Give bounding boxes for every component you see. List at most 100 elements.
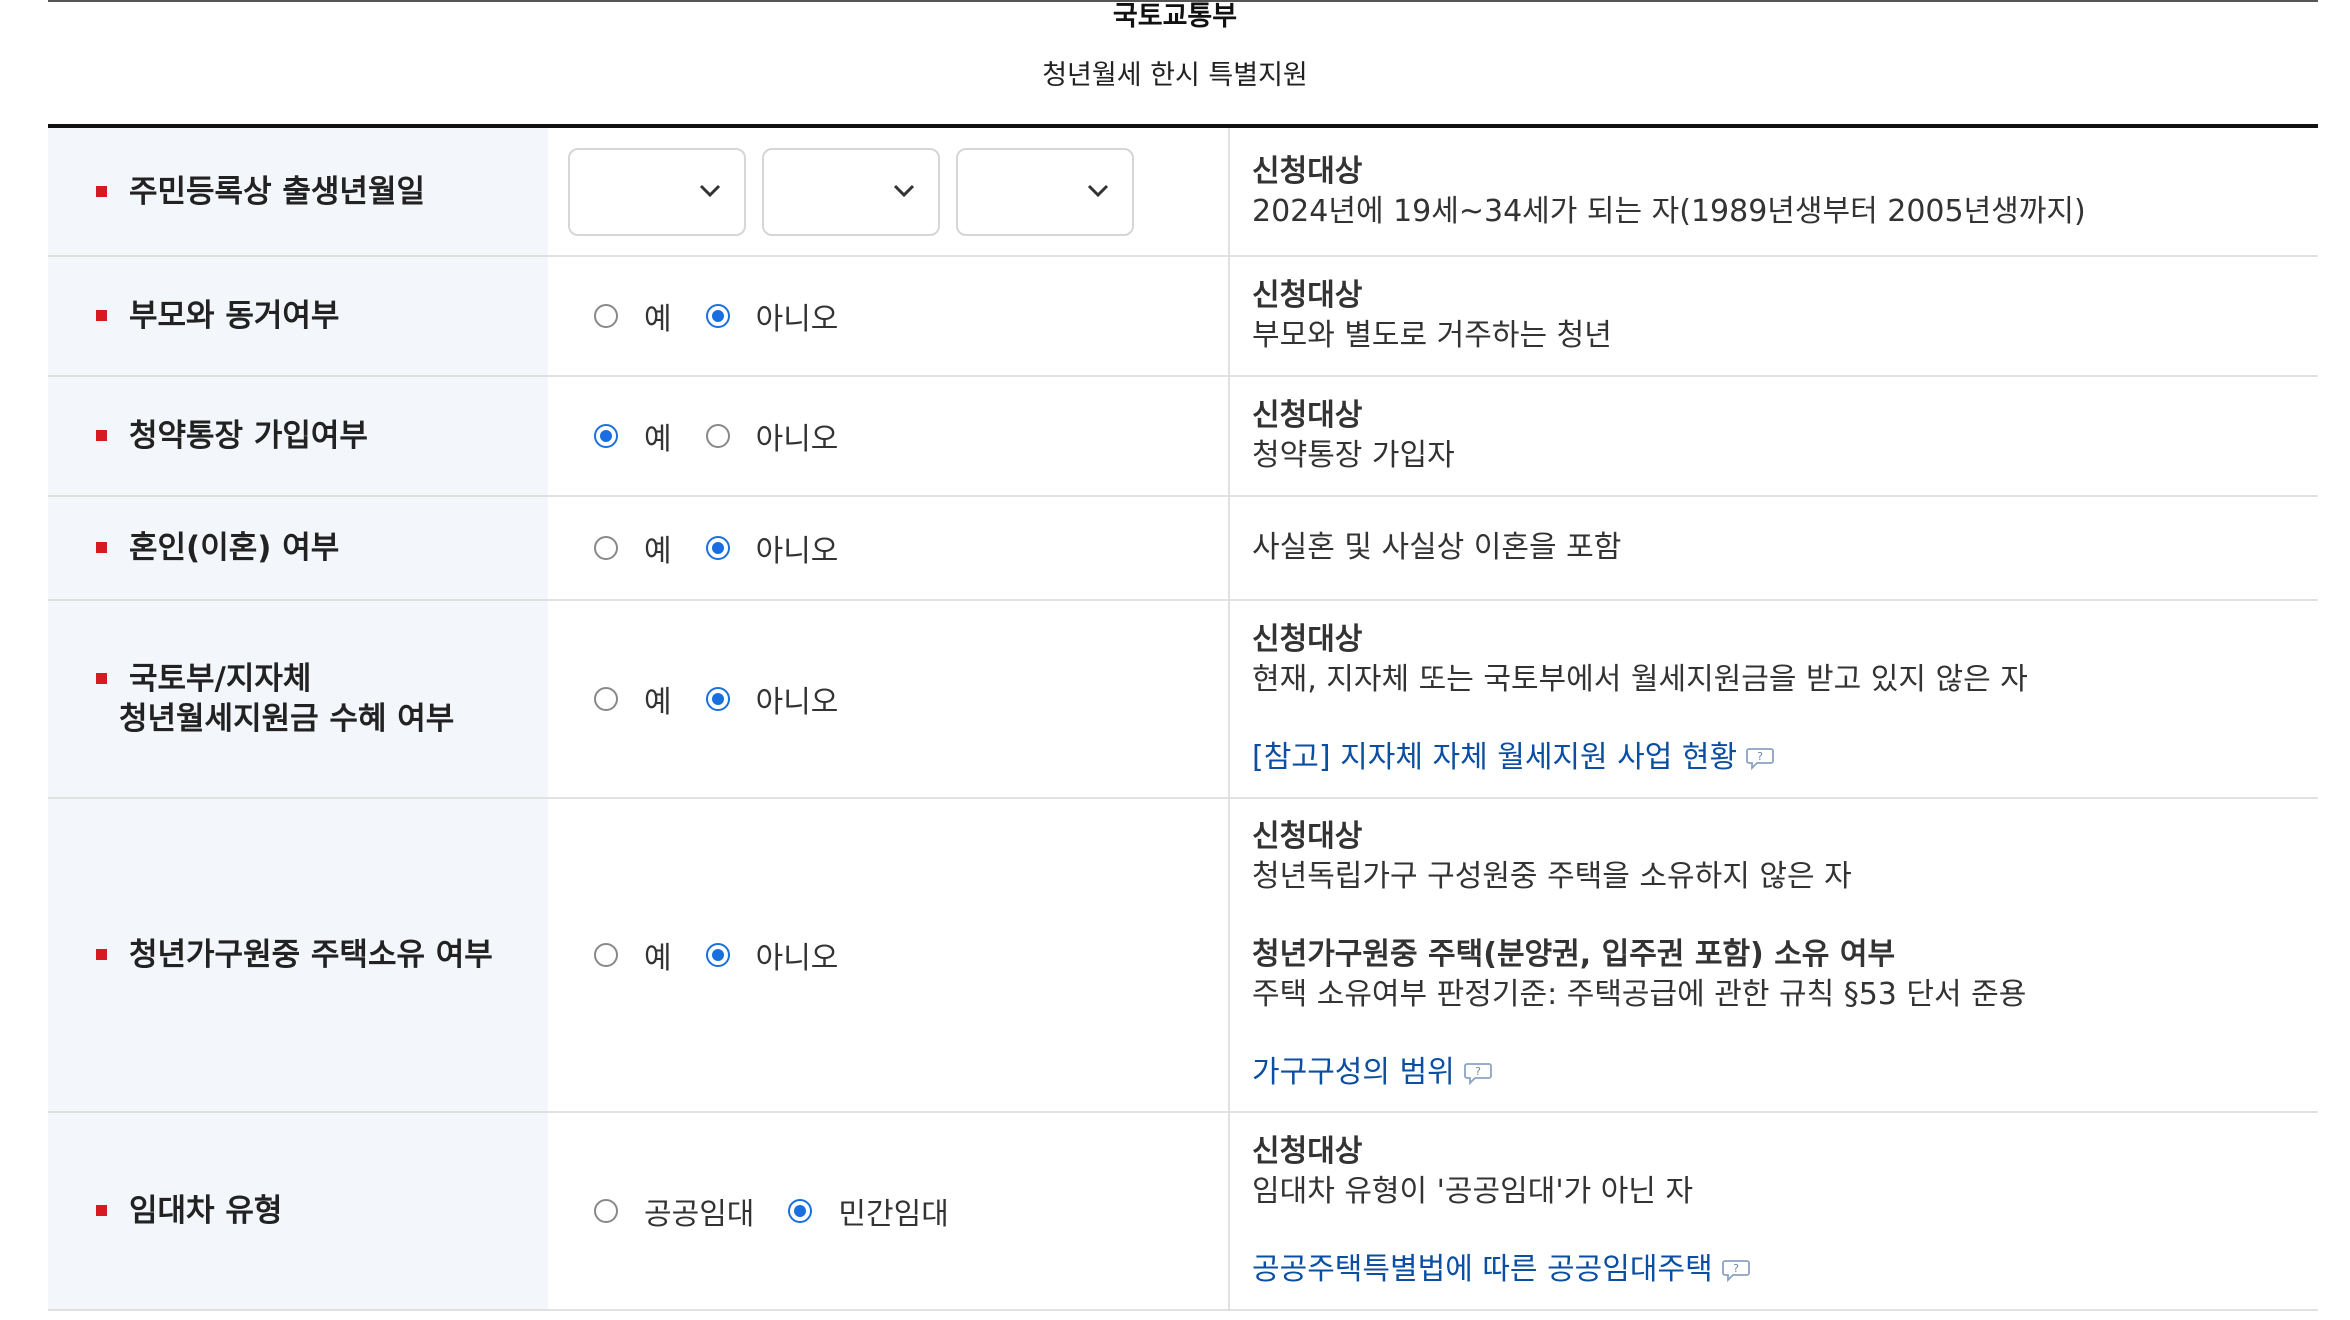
desc-text: 청약통장 가입자 [1252,438,1455,473]
radio-label-private-lease: 민간임대 [838,1197,949,1232]
help-bubble-icon: ? [1746,748,1774,770]
row-label-cell: 임대차 유형 [48,1112,548,1311]
household-scope-link[interactable]: 가구구성의 범위 ? [1252,1053,1493,1093]
row-label-cell: 주민등록상 출생년월일 [48,128,548,257]
radio-label-public-lease: 공공임대 [644,1197,755,1232]
desc-title: 신청대상 [1252,819,1363,854]
desc-text: 임대차 유형이 '공공임대'가 아닌 자 [1252,1174,1694,1209]
radio-no[interactable] [705,687,730,711]
row-input-cell: 예 아니오 [548,798,1230,1113]
row-desc-cell: 신청대상 청약통장 가입자 [1229,376,2318,497]
row-label-line: 청년월세지원금 수혜 여부 [119,701,455,737]
row-input-cell: 예 아니오 [548,256,1230,377]
radio-yes[interactable] [594,687,618,711]
radio-label-yes: 예 [644,422,672,457]
radio-label-no: 아니오 [755,685,839,720]
desc-title: 신청대상 [1252,1134,1363,1169]
radio-label-no: 아니오 [755,534,839,569]
desc-text: 청년독립가구 구성원중 주택을 소유하지 않은 자 [1252,859,1852,894]
row-label: 청년가구원중 주택소유 여부 [129,937,493,973]
link-text: 가구구성의 범위 [1252,1055,1455,1090]
radio-label-no: 아니오 [755,422,839,457]
radio-label-yes: 예 [644,685,672,720]
bullet-icon [96,185,107,197]
subsidy-status-link[interactable]: [참고] 지자체 자체 월세지원 사업 현황 ? [1252,738,1775,778]
desc-text: 사실혼 및 사실상 이혼을 포함 [1252,530,1622,565]
radio-private-lease[interactable] [788,1199,813,1223]
desc-text: 현재, 지자체 또는 국토부에서 월세지원금을 받고 있지 않은 자 [1252,662,2028,697]
row-label: 국토부/지자체 청년월세지원금 수혜 여부 [119,659,454,739]
svg-text:?: ? [1475,1065,1481,1078]
desc-text: 2024년에 19세~34세가 되는 자(1989년생부터 2005년생까지) [1252,193,2086,229]
public-housing-law-link[interactable]: 공공주택특별법에 따른 공공임대주택 ? [1252,1250,1751,1290]
desc-title: 신청대상 [1252,278,1363,313]
bullet-icon [96,949,107,960]
radio-label-no: 아니오 [755,302,839,337]
row-desc-cell: 신청대상 현재, 지자체 또는 국토부에서 월세지원금을 받고 있지 않은 자 … [1229,600,2318,799]
row-label-cell: 혼인(이혼) 여부 [48,496,548,601]
row-input-cell: 예 아니오 [548,496,1230,601]
radio-yes[interactable] [594,424,618,448]
row-label-cell: 국토부/지자체 청년월세지원금 수혜 여부 [48,600,548,799]
row-desc-cell: 신청대상 임대차 유형이 '공공임대'가 아닌 자 공공주택특별법에 따른 공공… [1229,1112,2318,1311]
link-text: [참고] 지자체 자체 월세지원 사업 현황 [1252,740,1738,775]
bullet-icon [96,542,107,553]
link-text: 공공주택특별법에 따른 공공임대주택 [1252,1252,1713,1287]
row-desc-cell: 신청대상 청년독립가구 구성원중 주택을 소유하지 않은 자 청년가구원중 주택… [1229,798,2318,1113]
radio-no[interactable] [705,424,730,448]
row-input-cell: 공공임대 민간임대 [548,1112,1230,1311]
form-row-marriage: 혼인(이혼) 여부 예 아니오 사실혼 및 사실상 이혼을 포함 [48,496,2318,601]
row-label-line: 국토부/지자체 [129,661,312,697]
form-row-lease-type: 임대차 유형 공공임대 민간임대 신청대상 임대차 유형이 '공공임대'가 아닌… [48,1112,2318,1311]
svg-text:?: ? [1733,1262,1739,1275]
form-row-subsidy: 국토부/지자체 청년월세지원금 수혜 여부 예 아니오 신청대상 현재, 지자체… [48,600,2318,799]
radio-no[interactable] [705,943,730,967]
row-input-cell: 예 아니오 [548,600,1230,799]
row-desc-cell: 사실혼 및 사실상 이혼을 포함 [1229,496,2318,601]
form-row-birthdate: 주민등록상 출생년월일 신청대상 2024년에 19세~34세가 되는 자(19… [48,128,2318,257]
radio-yes[interactable] [594,304,618,328]
radio-no[interactable] [705,304,730,328]
radio-label-no: 아니오 [755,941,839,976]
desc-subtitle: 청년가구원중 주택(분양권, 입주권 포함) 소유 여부 [1252,937,1896,972]
birth-day-select[interactable] [956,147,1134,236]
desc-text: 부모와 별도로 거주하는 청년 [1252,318,1612,353]
radio-yes[interactable] [594,943,618,967]
bullet-icon [96,430,107,441]
agency-name: 국토교통부 [1112,1,1238,32]
desc-title: 신청대상 [1252,153,1363,189]
chevron-down-icon [699,184,721,197]
desc-title: 신청대상 [1252,622,1363,657]
chevron-down-icon [1087,184,1109,197]
row-label: 부모와 동거여부 [129,298,340,334]
form-row-subscription: 청약통장 가입여부 예 아니오 신청대상 청약통장 가입자 [48,376,2318,497]
radio-yes[interactable] [594,536,618,560]
row-label: 임대차 유형 [129,1193,283,1229]
radio-public-lease[interactable] [594,1199,618,1223]
bullet-icon [96,310,107,321]
row-label-cell: 청약통장 가입여부 [48,376,548,497]
program-title: 청년월세 한시 특별지원 [1042,60,1308,91]
birth-year-select[interactable] [568,147,746,236]
row-label-cell: 부모와 동거여부 [48,256,548,377]
form-row-housing: 청년가구원중 주택소유 여부 예 아니오 신청대상 청년독립가구 구성원중 주택… [48,798,2318,1113]
eligibility-form: 주민등록상 출생년월일 신청대상 2024년에 19세~34세가 되는 자(19… [48,128,2318,1311]
row-input-cell: 예 아니오 [548,376,1230,497]
desc-text: 주택 소유여부 판정기준: 주택공급에 관한 규칙 §53 단서 준용 [1252,977,2027,1012]
chevron-down-icon [893,184,915,197]
row-label: 청약통장 가입여부 [129,418,368,454]
desc-title: 신청대상 [1252,398,1363,433]
bullet-icon [96,673,107,684]
row-input-cell [548,128,1230,257]
row-label-cell: 청년가구원중 주택소유 여부 [48,798,548,1113]
svg-text:?: ? [1757,750,1763,763]
bullet-icon [96,1205,107,1216]
radio-label-yes: 예 [644,941,672,976]
birth-month-select[interactable] [762,147,940,236]
radio-no[interactable] [705,536,730,560]
radio-label-yes: 예 [644,302,672,337]
radio-label-yes: 예 [644,534,672,569]
row-desc-cell: 신청대상 2024년에 19세~34세가 되는 자(1989년생부터 2005년… [1229,128,2318,257]
form-row-parents: 부모와 동거여부 예 아니오 신청대상 부모와 별도로 거주하는 청년 [48,256,2318,377]
row-desc-cell: 신청대상 부모와 별도로 거주하는 청년 [1229,256,2318,377]
